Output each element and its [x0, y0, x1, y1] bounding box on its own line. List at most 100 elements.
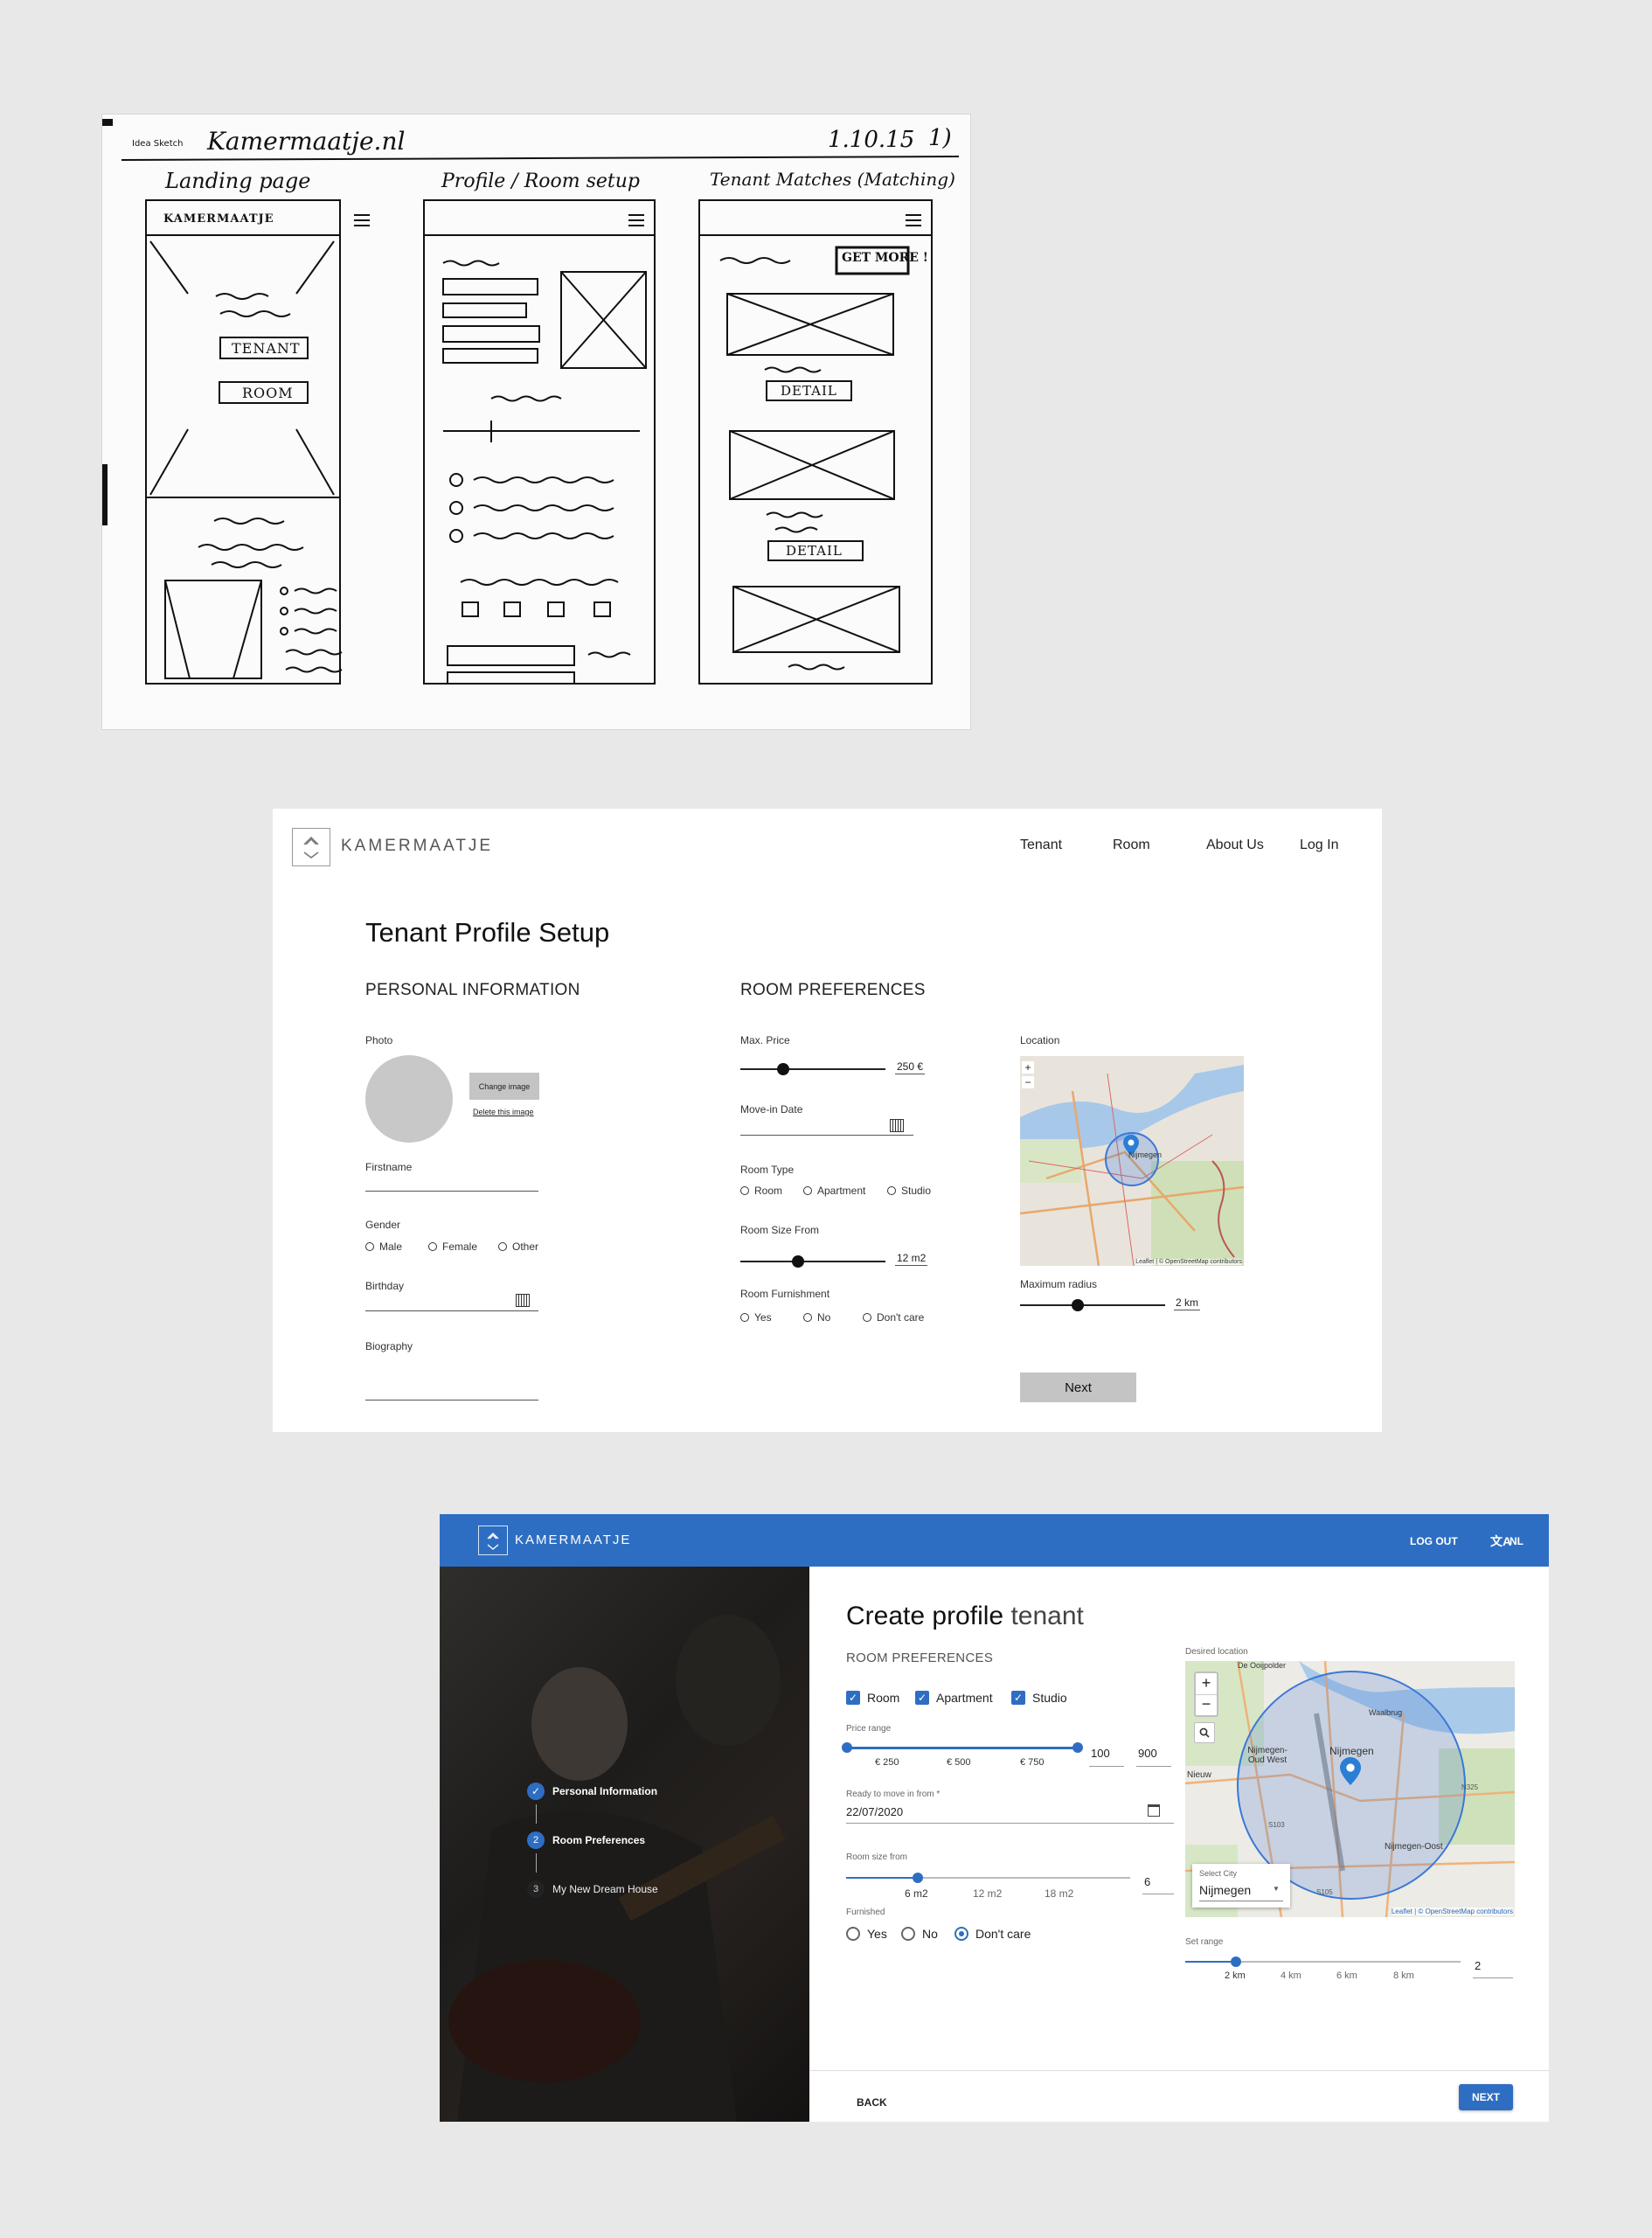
max-price-slider[interactable]: [740, 1068, 885, 1070]
furnishment-radio-dont-care[interactable]: Don't care: [863, 1311, 924, 1324]
translate-icon[interactable]: 文A: [1490, 1533, 1511, 1550]
type-checkbox-studio[interactable]: ✓ Studio: [1011, 1691, 1067, 1705]
gender-radio-male[interactable]: Male: [365, 1241, 402, 1253]
room-type-radio-apartment[interactable]: Apartment: [803, 1185, 865, 1197]
footer-divider: [809, 2070, 1549, 2071]
map-road-label: S103: [1268, 1821, 1285, 1829]
sketch-column-title: Landing page: [165, 169, 311, 193]
range-input[interactable]: 2: [1475, 1959, 1481, 1972]
next-button[interactable]: NEXT: [1459, 2084, 1513, 2110]
zoom-in-button[interactable]: +: [1196, 1673, 1217, 1695]
zoom-out-button[interactable]: −: [1022, 1076, 1034, 1088]
sketch-version: 1.10.15: [828, 127, 915, 153]
city-select-value[interactable]: Nijmegen: [1199, 1883, 1251, 1897]
gender-radio-female[interactable]: Female: [428, 1241, 477, 1253]
room-type-radio-room[interactable]: Room: [740, 1185, 782, 1197]
language-toggle[interactable]: NL: [1510, 1535, 1524, 1547]
nav-room[interactable]: Room: [1113, 838, 1150, 853]
photo-label: Photo: [365, 1034, 393, 1046]
range-slider-thumb[interactable]: [1231, 1957, 1241, 1967]
nav-about-us[interactable]: About Us: [1206, 838, 1264, 853]
room-size-thumb[interactable]: [913, 1873, 923, 1883]
radius-slider[interactable]: [1020, 1304, 1165, 1306]
type-checkbox-room[interactable]: ✓ Room: [846, 1691, 899, 1705]
sketch-brand: KAMERMAATJE: [163, 212, 274, 226]
sketch-button-label: DETAIL: [781, 383, 837, 399]
step-label[interactable]: My New Dream House: [552, 1883, 658, 1895]
price-range-slider[interactable]: [846, 1747, 1078, 1749]
move-in-input[interactable]: 22/07/2020: [846, 1805, 903, 1818]
calendar-icon[interactable]: [516, 1294, 530, 1307]
biography-label: Biography: [365, 1340, 413, 1352]
radius-value[interactable]: 2 km: [1174, 1296, 1201, 1310]
price-max-thumb[interactable]: [1072, 1742, 1083, 1753]
room-size-value[interactable]: 12 m2: [895, 1252, 928, 1266]
room-size-slider[interactable]: [740, 1261, 885, 1262]
city-select[interactable]: Select City Nijmegen ▼: [1192, 1864, 1290, 1908]
map-place-label: Nijmegen: [1329, 1745, 1374, 1757]
room-size-tick: 18 m2: [1045, 1887, 1074, 1900]
furnishment-label: Room Furnishment: [740, 1288, 830, 1300]
next-button[interactable]: Next: [1020, 1373, 1136, 1402]
price-min-thumb[interactable]: [842, 1742, 852, 1753]
search-icon[interactable]: [1194, 1722, 1215, 1743]
calendar-icon[interactable]: [890, 1119, 904, 1132]
birthday-field[interactable]: [365, 1310, 538, 1311]
zoom-out-button[interactable]: −: [1196, 1695, 1217, 1715]
max-price-value[interactable]: 250 €: [895, 1060, 926, 1074]
nav-tenant[interactable]: Tenant: [1020, 838, 1062, 853]
move-in-field[interactable]: [740, 1135, 913, 1136]
location-map[interactable]: De Ooijpolder Waalbrug Nijmegen-Oud West…: [1185, 1661, 1515, 1917]
furnished-radio-no[interactable]: No: [901, 1927, 938, 1941]
map-attribution[interactable]: Leaflet | © OpenStreetMap contributors: [1391, 1908, 1513, 1915]
max-price-label: Max. Price: [740, 1034, 790, 1046]
map-road-label: S105: [1316, 1888, 1333, 1896]
nav-log-in[interactable]: Log In: [1300, 838, 1338, 853]
price-max-input[interactable]: 900: [1138, 1747, 1157, 1760]
furnished-radio-dont-care[interactable]: Don't care: [954, 1927, 1031, 1941]
back-button[interactable]: BACK: [857, 2096, 887, 2109]
calendar-icon[interactable]: [1148, 1804, 1160, 1817]
gender-radio-other[interactable]: Other: [498, 1241, 538, 1253]
logout-button[interactable]: LOG OUT: [1410, 1535, 1458, 1547]
range-tick: 2 km: [1225, 1970, 1246, 1981]
firstname-field[interactable]: [365, 1191, 538, 1192]
room-type-radio-studio[interactable]: Studio: [887, 1185, 931, 1197]
price-max-underline: [1136, 1766, 1171, 1767]
location-map[interactable]: Nijmegen + − Leaflet | © OpenStreetMap c…: [1020, 1056, 1244, 1266]
range-tick: 4 km: [1281, 1970, 1301, 1981]
location-label: Desired location: [1185, 1647, 1248, 1657]
logo-icon[interactable]: [292, 828, 330, 866]
range-slider-fill: [1185, 1961, 1235, 1963]
furnishment-radio-no[interactable]: No: [803, 1311, 830, 1324]
room-size-input[interactable]: 6: [1144, 1875, 1150, 1888]
step-label[interactable]: Personal Information: [552, 1785, 657, 1797]
change-image-button[interactable]: Change image: [469, 1073, 539, 1100]
radius-slider-thumb[interactable]: [1072, 1299, 1084, 1311]
avatar[interactable]: [365, 1055, 453, 1143]
price-tick: € 500: [947, 1757, 971, 1768]
room-size-slider-thumb[interactable]: [792, 1255, 804, 1268]
delete-image-link[interactable]: Delete this image: [473, 1108, 534, 1116]
chevron-down-icon[interactable]: ▼: [1273, 1885, 1280, 1893]
gender-label: Gender: [365, 1219, 401, 1231]
move-in-label: Ready to move in from *: [846, 1790, 941, 1799]
map-attribution: Leaflet | © OpenStreetMap contributors: [1135, 1259, 1242, 1265]
sketch-button-label: ROOM: [242, 385, 294, 401]
checkmark-icon: ✓: [915, 1691, 929, 1705]
furnished-label: Furnished: [846, 1908, 885, 1917]
map-place-label: Nijmegen-Oud West: [1247, 1746, 1288, 1765]
furnished-radio-yes[interactable]: Yes: [846, 1927, 887, 1941]
furnishment-radio-yes[interactable]: Yes: [740, 1311, 772, 1324]
range-tick: 8 km: [1393, 1970, 1414, 1981]
type-checkbox-apartment[interactable]: ✓ Apartment: [915, 1691, 993, 1705]
price-min-underline: [1089, 1766, 1124, 1767]
room-size-tick: 12 m2: [973, 1887, 1003, 1900]
step-label[interactable]: Room Preferences: [552, 1834, 645, 1846]
logo-icon[interactable]: [478, 1526, 508, 1555]
move-in-label: Move-in Date: [740, 1103, 803, 1116]
price-range-label: Price range: [846, 1724, 892, 1734]
max-price-slider-thumb[interactable]: [777, 1063, 789, 1075]
zoom-in-button[interactable]: +: [1022, 1061, 1034, 1074]
price-min-input[interactable]: 100: [1091, 1747, 1110, 1760]
